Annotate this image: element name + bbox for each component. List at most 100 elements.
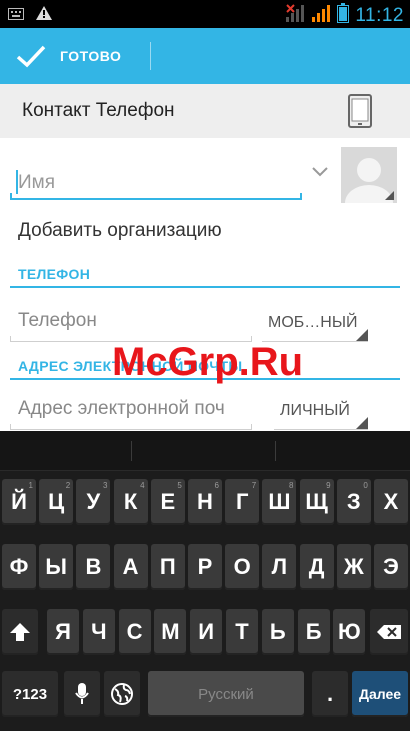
key-hint: 7	[251, 481, 257, 490]
key-row1-8[interactable]: Щ9	[299, 479, 334, 525]
microphone-key[interactable]	[64, 671, 100, 717]
microphone-icon	[75, 683, 89, 704]
key-hint: 5	[177, 481, 182, 490]
next-key[interactable]: Далее	[352, 671, 408, 717]
key-label: З	[346, 489, 361, 514]
key-label: Г	[235, 489, 249, 514]
key-row1-4[interactable]: Е5	[150, 479, 185, 525]
key-row3-2[interactable]: С	[118, 609, 151, 655]
symbols-key[interactable]: ?123	[2, 671, 58, 717]
key-row3-6[interactable]: Ь	[261, 609, 294, 655]
key-row1-10[interactable]: Х	[374, 479, 408, 525]
key-row2-6[interactable]: О	[225, 544, 260, 590]
key-hint: 6	[214, 481, 219, 490]
key-row1-5[interactable]: Н6	[188, 479, 222, 525]
dropdown-corner-icon	[356, 417, 368, 429]
status-bar: 11:12	[0, 0, 410, 28]
account-header: Контакт Телефон	[0, 84, 410, 138]
key-row2-3[interactable]: А	[113, 544, 148, 590]
suggestion-strip	[0, 431, 410, 471]
phone-placeholder: Телефон	[18, 310, 97, 331]
signal-icon	[311, 3, 331, 28]
done-button[interactable]: ГОТОВО	[0, 28, 150, 84]
key-row2-2[interactable]: В	[76, 544, 111, 590]
name-input[interactable]: Имя	[10, 150, 302, 200]
phone-input[interactable]: Телефон	[10, 304, 252, 342]
email-underline	[10, 424, 252, 430]
key-row3-5[interactable]: Т	[226, 609, 258, 655]
phone-type-spinner[interactable]: МОБ…НЫЙ	[262, 304, 368, 342]
warning-icon	[36, 6, 52, 25]
action-bar: ГОТОВО	[0, 28, 410, 84]
key-label: У	[86, 489, 101, 514]
dropdown-corner-icon	[356, 329, 368, 341]
email-type-spinner[interactable]: ЛИЧНЫЙ	[274, 392, 368, 430]
key-row2-5[interactable]: Р	[188, 544, 222, 590]
key-row2-8[interactable]: Д	[299, 544, 334, 590]
globe-icon	[111, 683, 133, 705]
keyboard-row-2: ФЫВАПРОЛДЖЭ	[0, 544, 410, 594]
account-title: Контакт Телефон	[22, 100, 175, 121]
suggestion-divider	[131, 441, 132, 461]
keyboard-row-4: ?123 Русский . Далее	[0, 671, 410, 721]
keyboard-row-3: ЯЧСМИТЬБЮ	[0, 609, 410, 659]
key-label: Й	[11, 489, 27, 514]
key-row3-4[interactable]: И	[190, 609, 223, 655]
status-time: 11:12	[355, 4, 404, 26]
email-input[interactable]: Адрес электронной поч	[10, 392, 252, 430]
key-row1-0[interactable]: Й1	[2, 479, 36, 525]
key-hint: 3	[102, 481, 108, 490]
key-hint: 9	[326, 481, 331, 490]
add-organization-link[interactable]: Добавить организацию	[18, 220, 222, 242]
key-row1-6[interactable]: Г7	[225, 479, 260, 525]
backspace-icon	[377, 625, 401, 639]
key-row3-8[interactable]: Ю	[333, 609, 366, 655]
signal-no-icon	[285, 3, 305, 28]
chevron-down-icon[interactable]	[312, 164, 328, 182]
language-globe-key[interactable]	[104, 671, 140, 717]
key-hint: 1	[28, 481, 33, 490]
email-type-value: ЛИЧНЫЙ	[280, 402, 350, 419]
key-row3-1[interactable]: Ч	[82, 609, 115, 655]
key-row2-7[interactable]: Л	[262, 544, 297, 590]
action-bar-divider	[150, 42, 151, 70]
key-hint: 8	[288, 481, 294, 490]
key-hint: 0	[363, 481, 368, 490]
key-label: Е	[160, 489, 176, 514]
contact-photo-avatar[interactable]	[341, 147, 397, 203]
space-key[interactable]: Русский	[148, 671, 304, 717]
key-row1-3[interactable]: К4	[113, 479, 148, 525]
key-row2-10[interactable]: Э	[374, 544, 408, 590]
key-hint: 2	[65, 481, 71, 490]
checkmark-icon	[16, 44, 46, 68]
shift-key[interactable]	[2, 609, 38, 655]
key-row2-1[interactable]: Ы	[39, 544, 74, 590]
backspace-key[interactable]	[370, 609, 408, 655]
key-row2-0[interactable]: Ф	[2, 544, 36, 590]
soft-keyboard: Й1Ц2У3К4Е5Н6Г7Ш8Щ9З0Х ФЫВАПРОЛДЖЭ ЯЧСМИТ…	[0, 431, 410, 731]
keyboard-icon	[8, 7, 24, 25]
key-row1-9[interactable]: З0	[336, 479, 371, 525]
phone-device-icon	[348, 94, 372, 133]
email-placeholder: Адрес электронной поч	[18, 398, 225, 419]
key-row1-7[interactable]: Ш8	[262, 479, 297, 525]
suggestion-divider	[275, 441, 276, 461]
name-placeholder: Имя	[18, 172, 56, 193]
keyboard-row-1: Й1Ц2У3К4Е5Н6Г7Ш8Щ9З0Х	[0, 479, 410, 529]
key-row2-4[interactable]: П	[150, 544, 185, 590]
key-row3-7[interactable]: Б	[297, 609, 330, 655]
phone-section-label: ТЕЛЕФОН	[18, 266, 91, 282]
key-row1-1[interactable]: Ц2	[39, 479, 74, 525]
key-row3-3[interactable]: М	[154, 609, 187, 655]
key-row2-9[interactable]: Ж	[336, 544, 371, 590]
name-underline	[10, 193, 302, 200]
battery-icon	[337, 3, 350, 28]
watermark: McGrp.Ru	[112, 340, 304, 384]
key-hint: 4	[140, 481, 145, 490]
key-row1-2[interactable]: У3	[76, 479, 111, 525]
phone-section-header: ТЕЛЕФОН	[10, 264, 400, 288]
done-label: ГОТОВО	[60, 48, 122, 64]
key-row3-0[interactable]: Я	[47, 609, 79, 655]
avatar-corner-marker	[385, 191, 394, 200]
period-key[interactable]: .	[312, 671, 348, 717]
